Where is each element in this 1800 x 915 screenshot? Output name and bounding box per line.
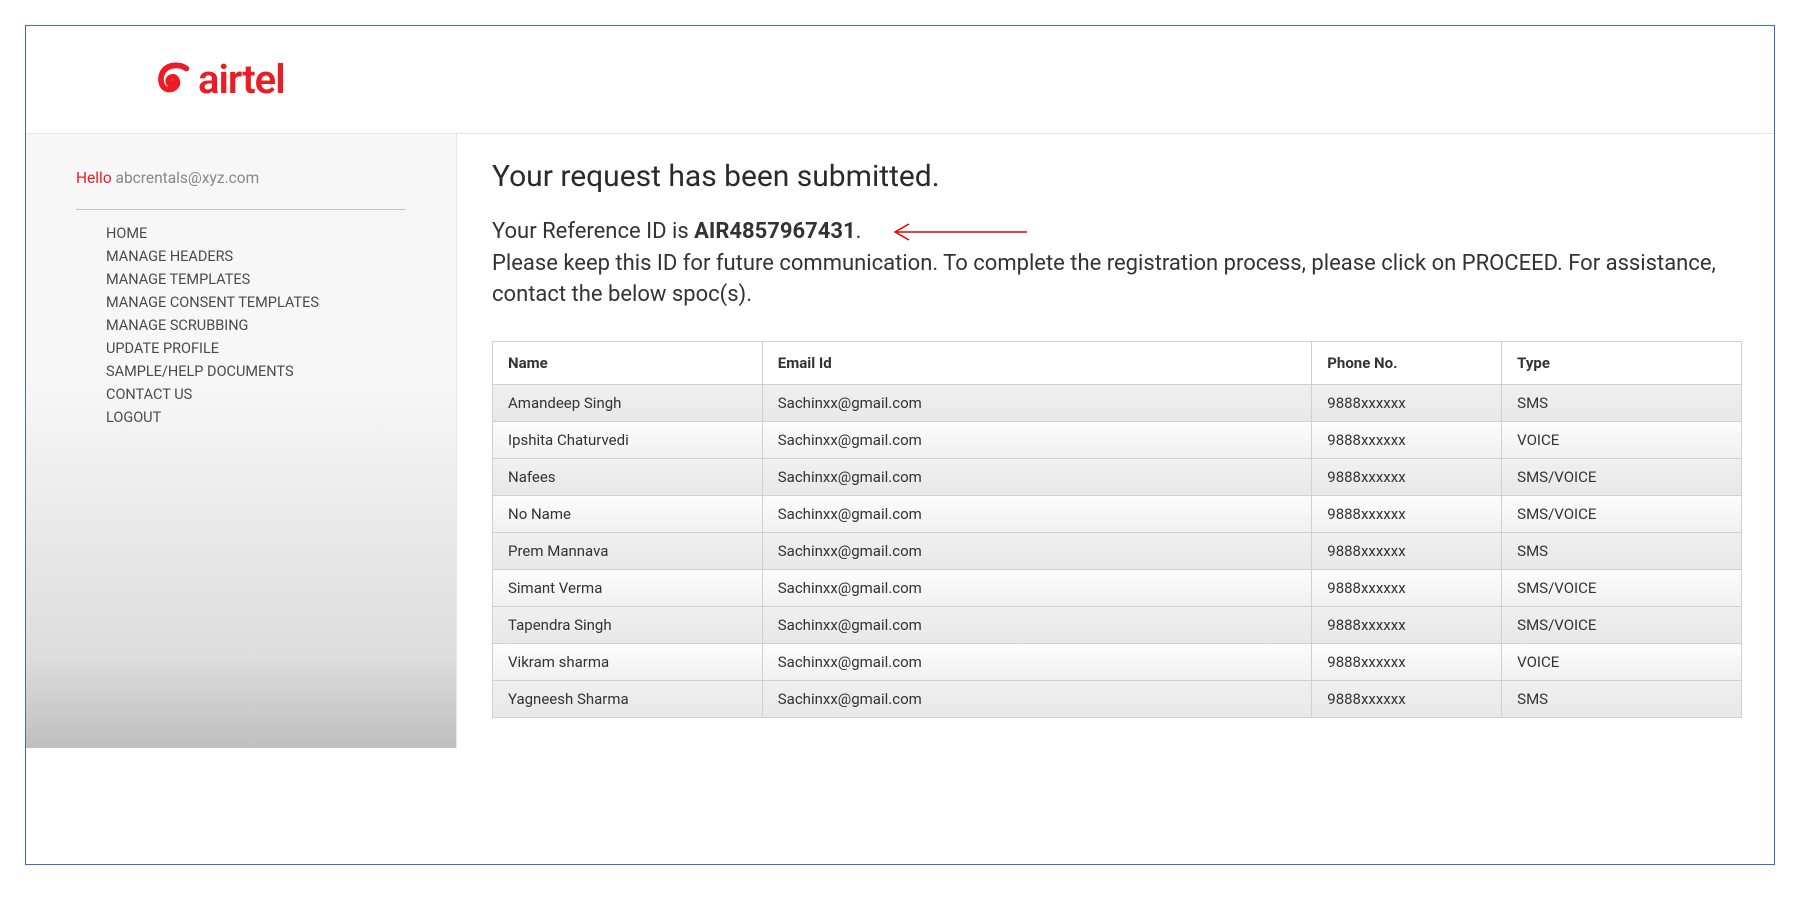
content-wrap: airtel Hello abcrentals@xyz.com HOME MAN… (26, 26, 1774, 748)
cell-type: SMS/VOICE (1502, 495, 1742, 532)
greeting-label: Hello (76, 169, 112, 190)
brand-logo: airtel (156, 56, 285, 103)
table-header-row: Name Email Id Phone No. Type (493, 341, 1742, 384)
app-frame: airtel Hello abcrentals@xyz.com HOME MAN… (25, 25, 1775, 865)
sidebar-divider (76, 209, 406, 210)
cell-type: VOICE (1502, 421, 1742, 458)
cell-type: SMS/VOICE (1502, 458, 1742, 495)
cell-phone: 9888xxxxxx (1312, 495, 1502, 532)
cell-phone: 9888xxxxxx (1312, 680, 1502, 717)
cell-type: SMS/VOICE (1502, 606, 1742, 643)
instruction-text: Please keep this ID for future communica… (492, 249, 1754, 311)
cell-phone: 9888xxxxxx (1312, 532, 1502, 569)
cell-name: No Name (493, 495, 763, 532)
main-layout: Hello abcrentals@xyz.com HOME MANAGE HEA… (26, 133, 1774, 748)
table-row: NafeesSachinxx@gmail.com9888xxxxxxSMS/VO… (493, 458, 1742, 495)
table-row: Vikram sharmaSachinxx@gmail.com9888xxxxx… (493, 643, 1742, 680)
greeting-line: Hello abcrentals@xyz.com (76, 169, 436, 187)
cell-email: Sachinxx@gmail.com (762, 421, 1312, 458)
arrow-left-icon (887, 218, 1037, 246)
column-header-email: Email Id (762, 341, 1312, 384)
airtel-swirl-icon (156, 61, 194, 99)
cell-phone: 9888xxxxxx (1312, 569, 1502, 606)
sidebar-item-manage-scrubbing[interactable]: MANAGE SCRUBBING (76, 314, 436, 337)
cell-type: SMS (1502, 384, 1742, 421)
page-heading: Your request has been submitted. (492, 159, 1754, 194)
sidebar-item-manage-consent-templates[interactable]: MANAGE CONSENT TEMPLATES (76, 291, 436, 314)
sidebar-nav: HOME MANAGE HEADERS MANAGE TEMPLATES MAN… (76, 222, 436, 429)
sidebar-item-update-profile[interactable]: UPDATE PROFILE (76, 337, 436, 360)
spoc-table: Name Email Id Phone No. Type Amandeep Si… (492, 341, 1742, 718)
column-header-phone: Phone No. (1312, 341, 1502, 384)
brand-name: airtel (198, 56, 285, 103)
cell-email: Sachinxx@gmail.com (762, 495, 1312, 532)
column-header-name: Name (493, 341, 763, 384)
cell-name: Yagneesh Sharma (493, 680, 763, 717)
cell-type: SMS (1502, 532, 1742, 569)
cell-email: Sachinxx@gmail.com (762, 532, 1312, 569)
user-email: abcrentals@xyz.com (116, 169, 260, 187)
sidebar-item-sample-help-documents[interactable]: SAMPLE/HELP DOCUMENTS (76, 360, 436, 383)
table-row: Amandeep SinghSachinxx@gmail.com9888xxxx… (493, 384, 1742, 421)
main-content: Your request has been submitted. Your Re… (456, 134, 1774, 748)
cell-phone: 9888xxxxxx (1312, 643, 1502, 680)
reference-line: Your Reference ID is AIR4857967431. (492, 219, 1754, 244)
cell-phone: 9888xxxxxx (1312, 458, 1502, 495)
table-row: No NameSachinxx@gmail.com9888xxxxxxSMS/V… (493, 495, 1742, 532)
cell-name: Vikram sharma (493, 643, 763, 680)
table-body: Amandeep SinghSachinxx@gmail.com9888xxxx… (493, 384, 1742, 717)
cell-name: Prem Mannava (493, 532, 763, 569)
table-row: Simant VermaSachinxx@gmail.com9888xxxxxx… (493, 569, 1742, 606)
cell-type: VOICE (1502, 643, 1742, 680)
column-header-type: Type (1502, 341, 1742, 384)
cell-email: Sachinxx@gmail.com (762, 606, 1312, 643)
table-row: Ipshita ChaturvediSachinxx@gmail.com9888… (493, 421, 1742, 458)
sidebar: Hello abcrentals@xyz.com HOME MANAGE HEA… (26, 134, 456, 748)
cell-email: Sachinxx@gmail.com (762, 384, 1312, 421)
cell-email: Sachinxx@gmail.com (762, 643, 1312, 680)
table-row: Tapendra SinghSachinxx@gmail.com9888xxxx… (493, 606, 1742, 643)
reference-id: AIR4857967431 (694, 219, 856, 244)
logo-area: airtel (26, 56, 1774, 133)
cell-type: SMS (1502, 680, 1742, 717)
cell-phone: 9888xxxxxx (1312, 606, 1502, 643)
cell-name: Tapendra Singh (493, 606, 763, 643)
cell-email: Sachinxx@gmail.com (762, 569, 1312, 606)
table-row: Prem MannavaSachinxx@gmail.com9888xxxxxx… (493, 532, 1742, 569)
sidebar-item-manage-headers[interactable]: MANAGE HEADERS (76, 245, 436, 268)
reference-prefix: Your Reference ID is (492, 219, 694, 244)
cell-email: Sachinxx@gmail.com (762, 458, 1312, 495)
cell-name: Ipshita Chaturvedi (493, 421, 763, 458)
cell-phone: 9888xxxxxx (1312, 384, 1502, 421)
table-row: Yagneesh SharmaSachinxx@gmail.com9888xxx… (493, 680, 1742, 717)
sidebar-item-home[interactable]: HOME (76, 222, 436, 245)
sidebar-item-contact-us[interactable]: CONTACT US (76, 383, 436, 406)
reference-suffix: . (856, 219, 862, 244)
cell-phone: 9888xxxxxx (1312, 421, 1502, 458)
cell-name: Simant Verma (493, 569, 763, 606)
cell-name: Amandeep Singh (493, 384, 763, 421)
sidebar-item-manage-templates[interactable]: MANAGE TEMPLATES (76, 268, 436, 291)
sidebar-item-logout[interactable]: LOGOUT (76, 406, 436, 429)
cell-email: Sachinxx@gmail.com (762, 680, 1312, 717)
cell-name: Nafees (493, 458, 763, 495)
cell-type: SMS/VOICE (1502, 569, 1742, 606)
